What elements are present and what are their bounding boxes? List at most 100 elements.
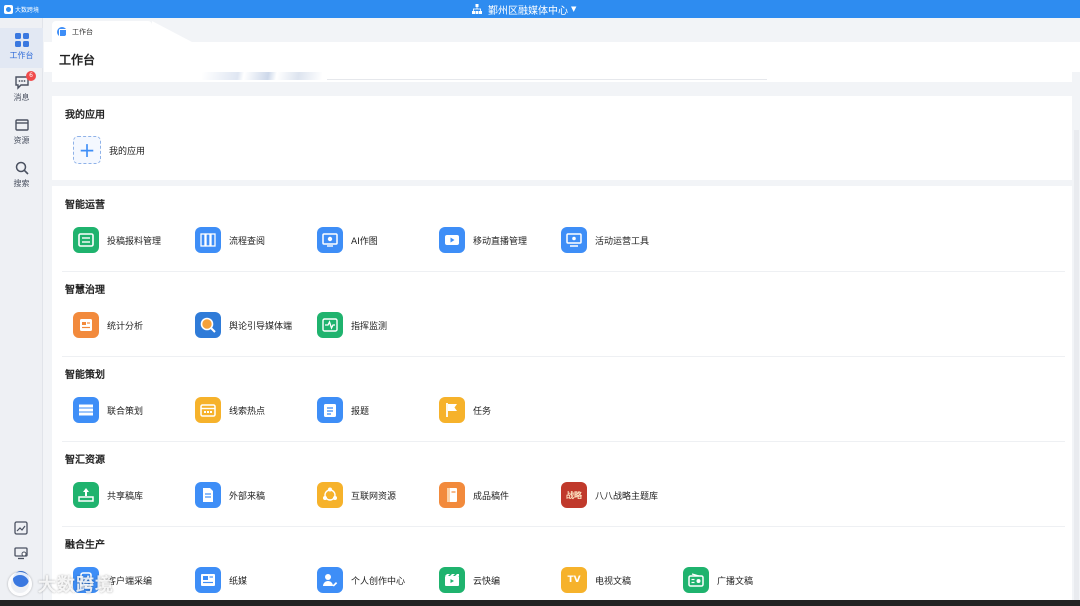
app-tile[interactable]: 战略 八八战略主题库 [561,481,658,509]
org-switcher[interactable]: 鄞州区融媒体中心 ▼ [472,2,577,17]
app-tile[interactable]: AI作图 [317,226,378,254]
tab-strip: 工作台 [44,18,1080,42]
add-my-app-button[interactable]: + 我的应用 [73,136,145,164]
unread-badge: 6 [26,71,36,81]
app-tile[interactable]: 任务 [439,396,491,424]
search-icon [15,161,29,175]
plus-icon: + [73,136,101,164]
sidebar-item-messages[interactable]: 6 消息 [0,70,43,110]
app-sections-panel: 智能运营投稿报料管理 流程查阅 AI作图 移动直播管理 活动运营工具智慧治理统计分析 舆论… [52,186,1072,606]
section-title: 智能运营 [65,200,105,211]
left-sidebar: 工作台 6 消息 资源 搜索 [0,18,43,606]
app-tile[interactable]: 共享稿库 [73,481,143,509]
app-tile[interactable]: 报题 [317,396,369,424]
tab-workbench[interactable]: 工作台 [52,21,152,42]
app-label: 广播文稿 [717,576,754,587]
section-title: 智汇资源 [65,455,105,466]
top-bar: 大数跨境 鄞州区融媒体中心 ▼ [0,0,1080,18]
app-label: 外部来稿 [229,491,266,502]
app-tile[interactable]: 舆论引导媒体端 [195,311,292,339]
sidebar-item-label: 资源 [13,136,30,145]
monitor-settings-icon[interactable] [13,545,29,561]
section-divider [62,356,1065,357]
app-label: 互联网资源 [351,491,397,502]
clipboard-icon [317,397,343,423]
app-label: 云快编 [473,576,501,587]
add-my-app-label: 我的应用 [109,146,146,157]
section-title: 智慧治理 [65,285,105,296]
app-tile[interactable]: 互联网资源 [317,481,396,509]
list-icon [73,397,99,423]
network-icon [317,482,343,508]
sidebar-item-search[interactable]: 搜索 [0,156,43,196]
person-edit-icon [317,567,343,593]
flag-icon [439,397,465,423]
app-logo[interactable]: 大数跨境 [4,3,39,15]
watermark: 大数跨境 [8,568,114,600]
page-header: 工作台 [44,42,1080,72]
video-icon [439,227,465,253]
app-label: 指挥监测 [351,321,388,332]
sidebar-item-workbench[interactable]: 工作台 [0,28,43,68]
app-tile[interactable]: 统计分析 [73,311,143,339]
book-icon [439,482,465,508]
app-tile[interactable]: 个人创作中心 [317,566,405,594]
org-tree-icon [472,4,482,14]
app-tile[interactable]: TV 电视文稿 [561,566,631,594]
calendar-icon [195,397,221,423]
workbench-tab-icon [57,26,67,37]
section-divider [62,441,1065,442]
banner-remnant [52,72,1072,82]
folder-icon [14,119,29,131]
app-tile[interactable]: 移动直播管理 [439,226,527,254]
app-tile[interactable]: 投稿报料管理 [73,226,161,254]
inbox-icon [73,227,99,253]
app-label: 活动运营工具 [595,236,650,247]
sidebar-item-resources[interactable]: 资源 [0,113,43,153]
section-title: 融合生产 [65,540,105,551]
app-label: 八八战略主题库 [595,491,659,502]
org-name: 鄞州区融媒体中心 [488,5,568,17]
pulse-icon [317,312,343,338]
page-title: 工作台 [59,53,96,67]
app-label: 个人创作中心 [351,576,406,587]
app-tile[interactable]: 线索热点 [195,396,265,424]
bottom-edge [0,600,1080,606]
app-tile[interactable]: 外部来稿 [195,481,265,509]
watermark-logo-icon [8,572,32,596]
grid-icon [14,33,29,47]
columns-icon [195,227,221,253]
document-icon [195,482,221,508]
section-divider [62,271,1065,272]
app-tile[interactable]: 成品稿件 [439,481,509,509]
app-label: 线索热点 [229,406,266,417]
app-tile[interactable]: 纸媒 [195,566,247,594]
app-tile[interactable]: 流程查阅 [195,226,265,254]
app-tile[interactable]: 指挥监测 [317,311,387,339]
app-tile[interactable]: 云快编 [439,566,500,594]
app-tile[interactable]: 广播文稿 [683,566,753,594]
icon-text: 战略 [566,490,582,500]
chevron-down-icon: ▼ [571,5,577,13]
app-tile[interactable]: 联合策划 [73,396,143,424]
app-label: 流程查阅 [229,236,266,247]
tab-label: 工作台 [72,27,93,36]
magnifier-icon [195,312,221,338]
logo-text: 大数跨境 [15,6,40,14]
logo-mark-icon [4,4,13,14]
banner-graphic [202,72,322,80]
strategy-icon: 战略 [561,482,587,508]
app-label: 统计分析 [107,321,144,332]
page-scrollbar[interactable] [1074,130,1079,600]
sidebar-item-label: 消息 [13,93,30,102]
app-label: 纸媒 [229,576,248,587]
section-divider [62,526,1065,527]
chart-panel-icon[interactable] [13,520,29,536]
app-label: 共享稿库 [107,491,144,502]
tab-edge [152,21,192,42]
app-label: 舆论引导媒体端 [229,321,293,332]
report-icon [73,312,99,338]
app-label: 成品稿件 [473,491,510,502]
app-label: 联合策划 [107,406,144,417]
app-tile[interactable]: 活动运营工具 [561,226,649,254]
